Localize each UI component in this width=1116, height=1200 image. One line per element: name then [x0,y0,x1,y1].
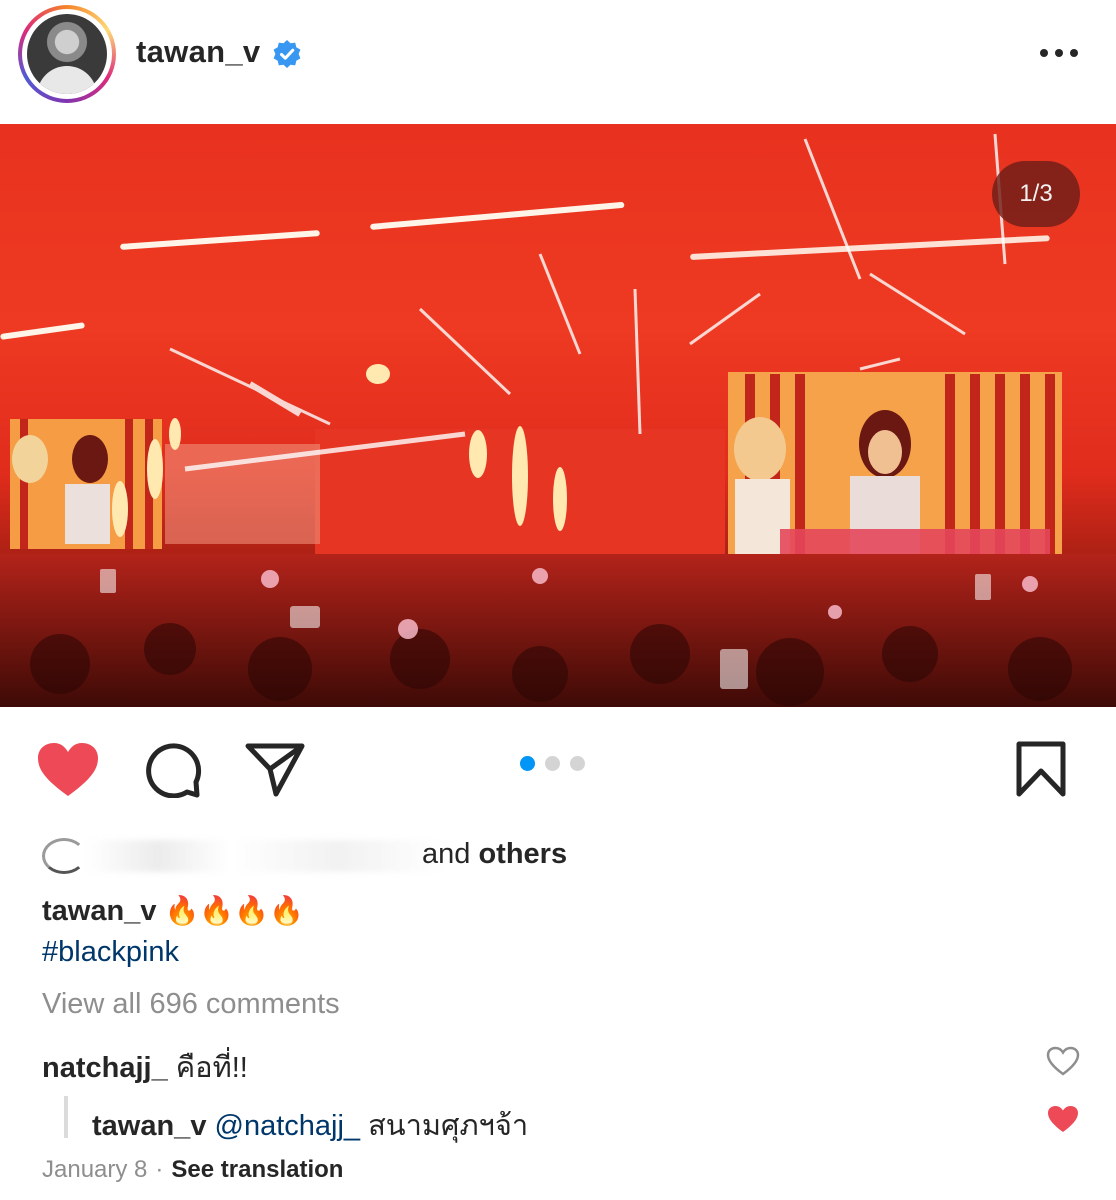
reply-text: สนามศุภฯจ้า [368,1110,529,1142]
post-caption: tawan_v 🔥🔥🔥🔥 [42,894,304,928]
post-username[interactable]: tawan_v [136,34,260,70]
reply-username[interactable]: tawan_v [92,1110,206,1142]
carousel-dot [545,756,560,771]
post-date: January 8 [42,1156,148,1183]
likes-others-link[interactable]: others [478,838,567,870]
carousel-dot [570,756,585,771]
meta-separator: · [155,1156,164,1183]
caption-emojis: 🔥🔥🔥🔥 [164,894,304,927]
bookmark-icon[interactable] [1014,740,1068,798]
redacted-liker-name [86,840,446,872]
comment-like-heart-icon[interactable] [1046,1046,1080,1076]
comment-icon[interactable] [142,742,202,798]
caption-username[interactable]: tawan_v [42,895,156,927]
likes-and-text: and [422,838,471,870]
reply-mention[interactable]: @natchajj_ [215,1110,361,1142]
comment-text: คือที่!! [175,1052,248,1084]
concert-photo [0,133,1116,707]
likes-summary: and others [422,838,567,871]
comment-username[interactable]: natchajj_ [42,1052,168,1084]
heart-icon[interactable] [36,742,100,798]
reply-row: tawan_v @natchajj_ สนามศุภฯจ้า [92,1102,528,1148]
post-meta: January 8 · See translation [42,1156,343,1184]
reply-thread-line [64,1096,68,1138]
post-media[interactable]: 1/3 [0,124,1116,707]
see-translation-link[interactable]: See translation [171,1156,343,1183]
post-header: tawan_v [0,0,1116,110]
view-all-comments-link[interactable]: View all 696 comments [42,988,340,1021]
reply-like-heart-icon[interactable] [1046,1104,1080,1134]
carousel-dot [520,756,535,771]
liker-avatar [42,838,86,874]
share-icon[interactable] [244,740,306,798]
avatar-photo [27,14,107,94]
profile-avatar[interactable] [18,5,116,103]
carousel-indicator [520,756,585,776]
more-options-button[interactable] [1036,38,1082,68]
media-counter: 1/3 [992,161,1080,227]
likes-row[interactable]: and others [40,834,740,874]
verified-badge-icon [273,40,301,68]
caption-hashtag[interactable]: #blackpink [42,936,179,969]
comment-row: natchajj_ คือที่!! [42,1044,248,1090]
